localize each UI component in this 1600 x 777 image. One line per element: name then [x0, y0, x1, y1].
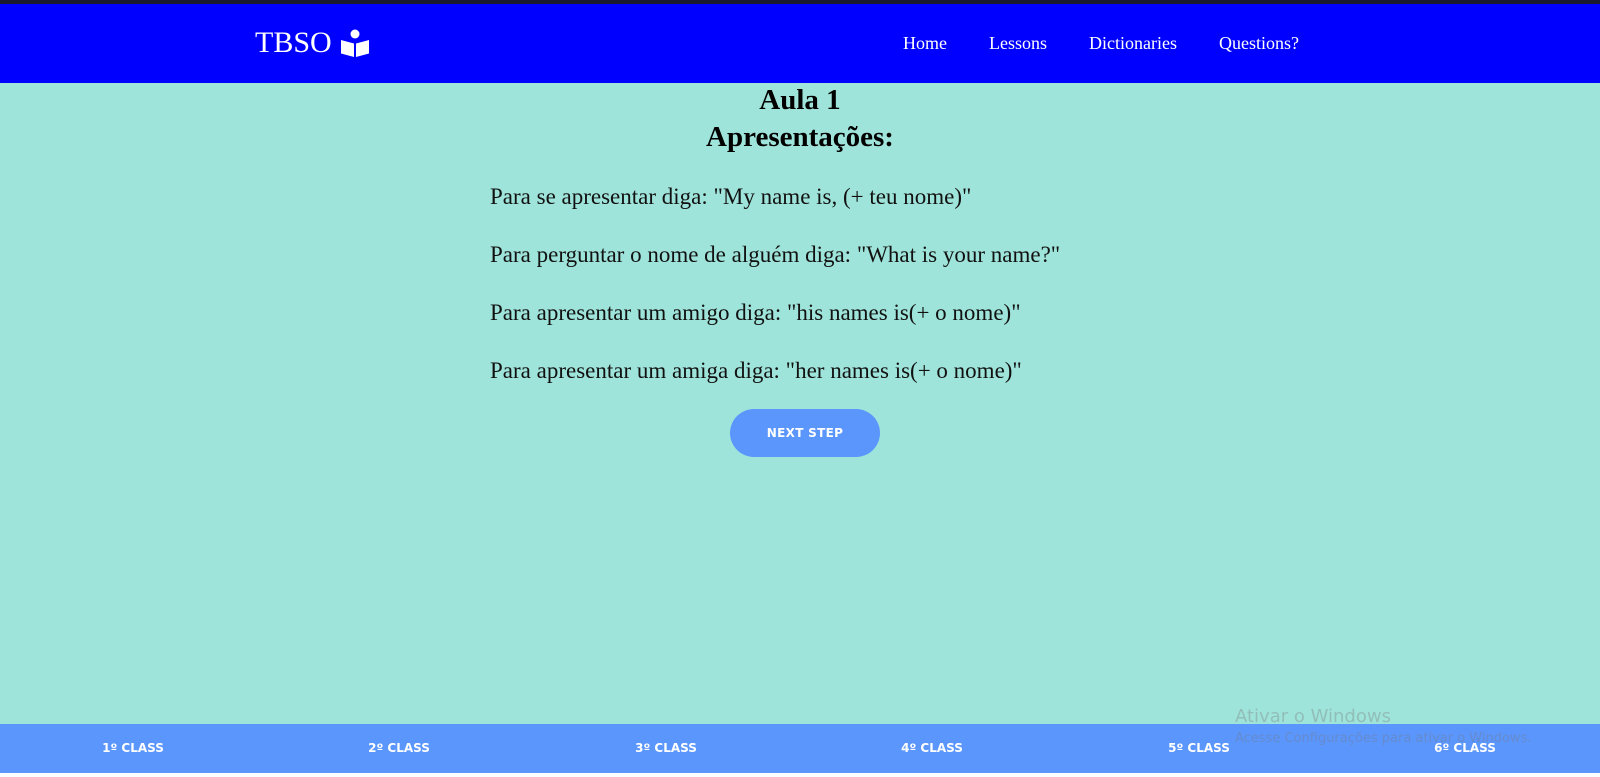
navbar: TBSO Home Lessons Dictionaries Questions… — [0, 4, 1600, 83]
class-4-link[interactable]: 4º CLASS — [852, 741, 1012, 755]
nav-home[interactable]: Home — [903, 33, 947, 54]
class-6-link[interactable]: 6º CLASS — [1385, 741, 1545, 755]
nav-dictionaries[interactable]: Dictionaries — [1089, 33, 1177, 54]
main-nav: Home Lessons Dictionaries Questions? — [903, 33, 1299, 54]
nav-questions[interactable]: Questions? — [1219, 33, 1299, 54]
brand-name: TBSO — [255, 26, 332, 59]
lesson-paragraph: Para se apresentar diga: "My name is, (+… — [490, 184, 972, 209]
class-5-link[interactable]: 5º CLASS — [1119, 741, 1279, 755]
lesson-title: Aula 1 — [759, 84, 841, 116]
class-2-link[interactable]: 2º CLASS — [319, 741, 479, 755]
class-3-link[interactable]: 3º CLASS — [586, 741, 746, 755]
lesson-paragraph: Para apresentar um amiga diga: "her name… — [490, 358, 1022, 383]
bottom-strip — [0, 773, 1600, 777]
class-1-link[interactable]: 1º CLASS — [53, 741, 213, 755]
lesson-paragraph: Para apresentar um amigo diga: "his name… — [490, 300, 1021, 325]
next-step-button[interactable]: NEXT STEP — [730, 409, 880, 457]
lesson-paragraph: Para perguntar o nome de alguém diga: "W… — [490, 242, 1061, 267]
brand-logo[interactable]: TBSO — [255, 26, 370, 60]
reader-book-icon — [340, 28, 370, 58]
nav-lessons[interactable]: Lessons — [989, 33, 1047, 54]
lesson-content: Aula 1 Apresentações: Para se apresentar… — [0, 83, 1600, 724]
class-footer-nav: 1º CLASS 2º CLASS 3º CLASS 4º CLASS 5º C… — [0, 724, 1600, 773]
lesson-subtitle: Apresentações: — [706, 121, 894, 153]
